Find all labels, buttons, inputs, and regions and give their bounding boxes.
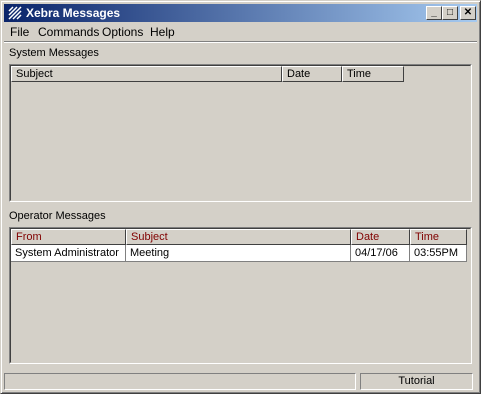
close-button[interactable]: ✕ (460, 6, 476, 20)
main-window: Xebra Messages _ □ ✕ File Commands Optio… (0, 0, 481, 394)
maximize-button[interactable]: □ (442, 6, 458, 20)
column-header-time[interactable]: Time (342, 66, 404, 82)
close-icon: ✕ (463, 7, 473, 18)
system-messages-list-inner: Subject Date Time (10, 65, 471, 201)
window-title: Xebra Messages (26, 6, 121, 20)
menu-commands[interactable]: Commands (38, 25, 99, 39)
column-header-subject[interactable]: Subject (11, 66, 282, 82)
menu-options[interactable]: Options (102, 25, 143, 39)
title-bar[interactable]: Xebra Messages _ □ ✕ (4, 4, 477, 22)
table-row[interactable]: System Administrator Meeting 04/17/06 03… (11, 245, 467, 262)
column-header-date[interactable]: Date (282, 66, 342, 82)
cell-subject: Meeting (126, 245, 351, 262)
minimize-icon: _ (431, 7, 437, 18)
column-header-from[interactable]: From (11, 229, 126, 245)
operator-messages-list[interactable]: From Subject Date Time System Administra… (9, 227, 472, 364)
column-header-subject[interactable]: Subject (126, 229, 351, 245)
minimize-button[interactable]: _ (426, 6, 442, 20)
menu-help[interactable]: Help (150, 25, 175, 39)
column-header-time[interactable]: Time (410, 229, 467, 245)
menu-bar: File Commands Options Help (4, 23, 477, 41)
status-bar: Tutorial (4, 373, 477, 391)
maximize-icon: □ (446, 7, 454, 18)
operator-messages-label: Operator Messages (9, 210, 106, 222)
cell-from: System Administrator (11, 245, 126, 262)
system-messages-list[interactable]: Subject Date Time (9, 64, 472, 202)
status-panel-tutorial: Tutorial (360, 373, 473, 390)
status-panel-main (4, 373, 356, 390)
xebra-logo-icon (8, 6, 22, 20)
system-messages-label: System Messages (9, 47, 99, 59)
menu-separator (4, 41, 477, 43)
operator-messages-list-inner: From Subject Date Time System Administra… (10, 228, 471, 363)
cell-date: 04/17/06 (351, 245, 410, 262)
column-header-date[interactable]: Date (351, 229, 410, 245)
menu-file[interactable]: File (10, 25, 29, 39)
cell-time: 03:55PM (410, 245, 467, 262)
